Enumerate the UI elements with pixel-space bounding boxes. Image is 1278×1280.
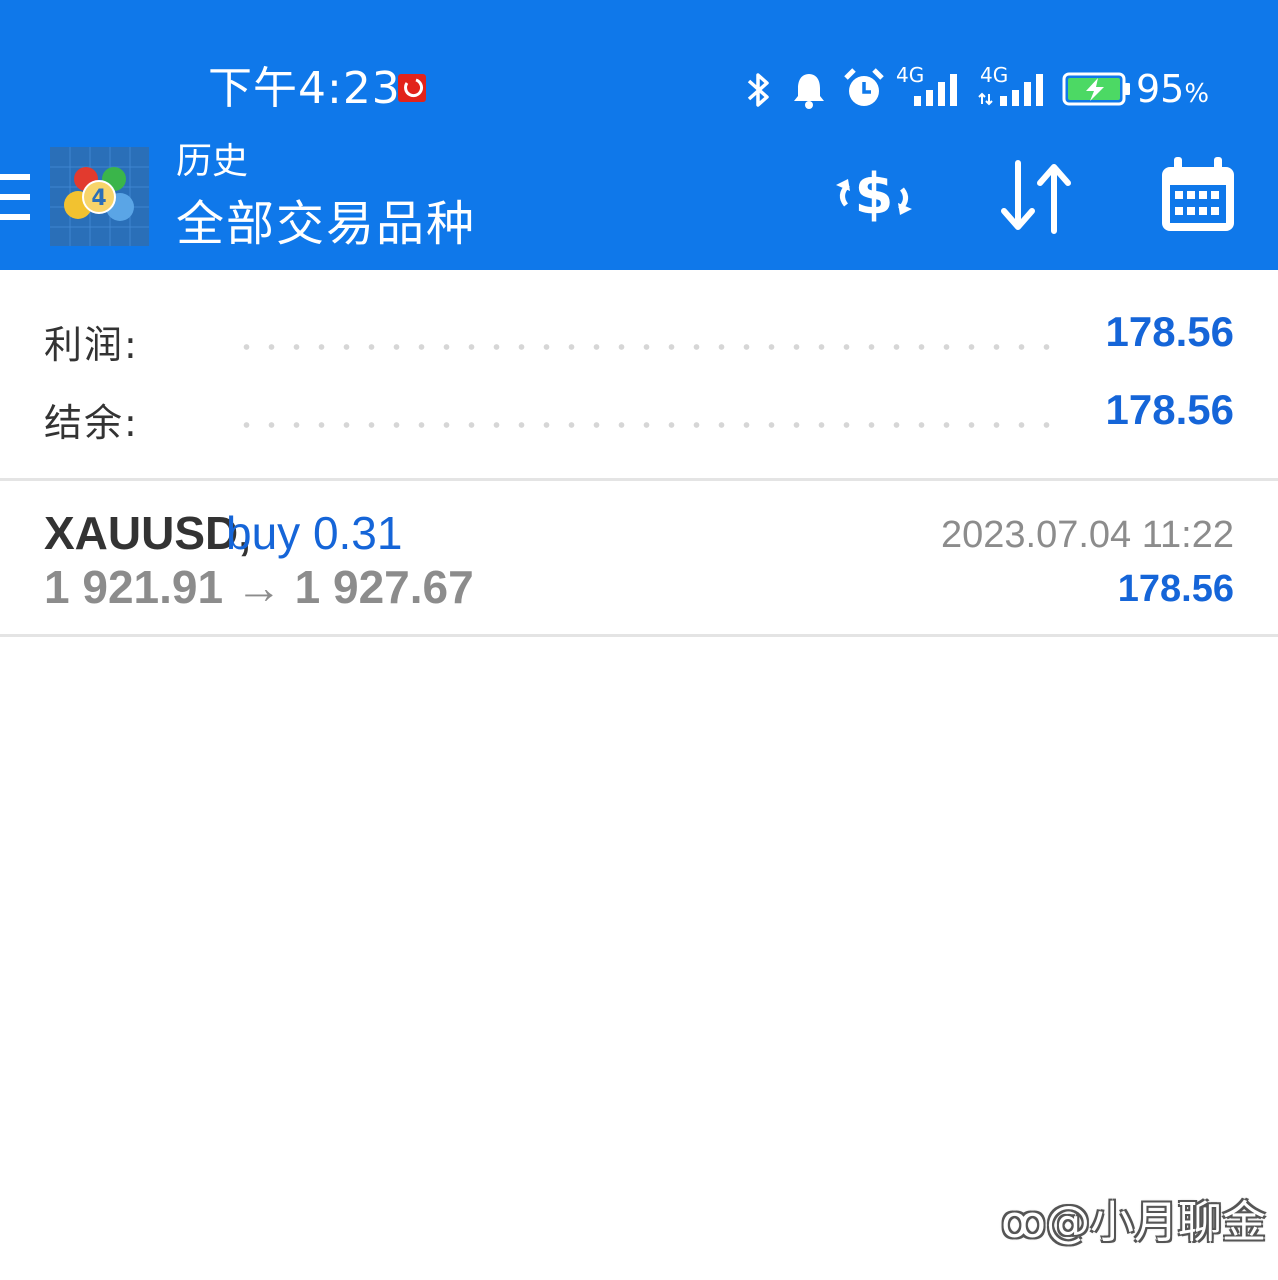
- battery-percentage: 95%: [1136, 67, 1210, 111]
- divider: [0, 478, 1278, 481]
- trade-time: 2023.07.04 11:22: [940, 514, 1234, 556]
- bluetooth-icon: [747, 73, 769, 107]
- sort-icon[interactable]: [994, 155, 1078, 239]
- divider: [0, 634, 1278, 637]
- trade-list-item[interactable]: XAUUSD, buy 0.31 1 921.91 → 1 927.67 202…: [0, 484, 1278, 634]
- app-header: 下午4:23 4G 4G 95% 4 历史 全部交易品种 $: [0, 0, 1278, 270]
- page-title-small: 历史: [176, 141, 249, 182]
- svg-text:$: $: [855, 162, 894, 227]
- alarm-icon: [844, 68, 884, 106]
- signal-icon-1: [914, 74, 957, 106]
- menu-icon[interactable]: [0, 174, 30, 220]
- leader-dots: [234, 344, 1064, 350]
- leader-dots: [234, 422, 1064, 428]
- balance-value: 178.56: [1105, 386, 1234, 433]
- profit-label: 利润:: [44, 323, 139, 367]
- trade-profit: 178.56: [1117, 568, 1234, 610]
- currency-exchange-icon[interactable]: $: [832, 155, 916, 239]
- metatrader-4-logo: 4: [50, 147, 149, 246]
- symbol-filter-title[interactable]: 全部交易品种: [176, 194, 476, 254]
- balance-label: 结余:: [44, 401, 139, 445]
- status-icons: 4G 4G 95%: [740, 60, 1260, 120]
- profit-row: 利润: 178.56: [44, 308, 1234, 368]
- trade-side-volume: buy 0.31: [226, 507, 403, 559]
- battery-charging-icon: [1062, 72, 1130, 106]
- status-time: 下午4:23: [208, 63, 401, 114]
- trade-symbol: XAUUSD,: [44, 507, 252, 559]
- signal-icon-2: [978, 74, 1043, 106]
- bell-icon: [794, 74, 824, 109]
- balance-row: 结余: 178.56: [44, 386, 1234, 446]
- weibo-icon: ꝏ: [1001, 1197, 1046, 1248]
- calendar-icon[interactable]: [1156, 155, 1240, 239]
- notification-app-icon: [398, 74, 426, 102]
- profit-value: 178.56: [1105, 308, 1234, 355]
- svg-text:4: 4: [91, 186, 106, 211]
- trade-prices: 1 921.91 → 1 927.67: [44, 561, 474, 613]
- watermark: ꝏ@小月聊金: [1001, 1197, 1266, 1248]
